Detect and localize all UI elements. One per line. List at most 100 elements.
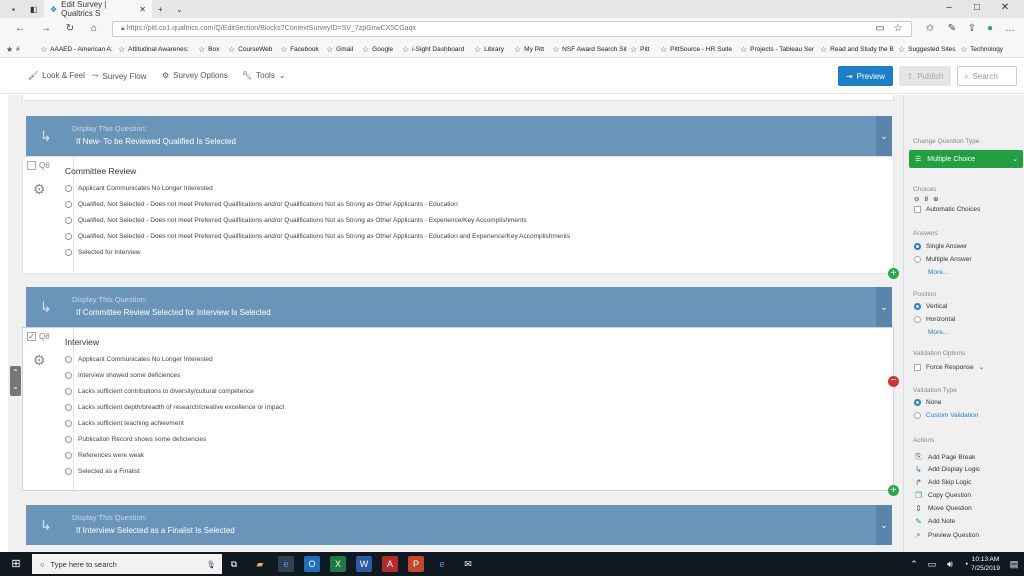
gear-icon[interactable]: ⚙ (33, 181, 46, 198)
radio-icon[interactable] (65, 201, 72, 208)
survey-flow-button[interactable]: ⤳ Survey Flow (92, 71, 146, 81)
gear-icon[interactable]: ⚙ (33, 352, 46, 369)
automatic-choices-option[interactable]: Automatic Choices (914, 206, 980, 213)
radio-icon[interactable] (65, 436, 72, 443)
validation-none-option[interactable]: None (914, 399, 942, 406)
favorite-link[interactable]: ☆ Gmail (326, 45, 353, 54)
force-response-option[interactable]: Force Response ⌄ (914, 363, 984, 371)
add-page-break-action[interactable]: ⎘ Add Page Break (914, 452, 975, 462)
excel-icon[interactable]: X (330, 556, 346, 572)
question-block-selected[interactable]: ✓ Q8 ⚙ Interview Applicant Communicates N… (22, 327, 894, 491)
favorite-link[interactable]: ☆ My Pitt (514, 45, 544, 54)
radio-icon[interactable] (914, 256, 921, 263)
favorite-link[interactable]: ☆ CourseWeb (228, 45, 272, 54)
look-feel-button[interactable]: 🖌︎ Look & Feel (28, 71, 85, 80)
more-icon[interactable]: … (1002, 21, 1018, 37)
favorite-link[interactable]: ☆ Attitudinal Awarenes: (118, 45, 189, 54)
back-icon[interactable]: ← (12, 21, 28, 37)
notifications-icon[interactable]: ▤ (1006, 556, 1022, 572)
delete-question-icon[interactable]: − (888, 376, 899, 387)
question-title[interactable]: Committee Review (65, 166, 136, 176)
checkbox[interactable] (914, 363, 921, 371)
forward-icon[interactable]: → (38, 21, 54, 37)
question-number[interactable]: Q6 (27, 161, 50, 170)
radio-icon[interactable] (65, 404, 72, 411)
radio-icon[interactable] (914, 316, 921, 323)
horizontal-option[interactable]: Horizontal (914, 316, 955, 323)
tab-list-chevron-icon[interactable]: ⌄ (170, 0, 188, 18)
answers-more-link[interactable]: More... (928, 269, 948, 276)
word-icon[interactable]: W (356, 556, 372, 572)
choice-option[interactable]: Applicant Communicates No Longer Interes… (65, 185, 213, 192)
favorite-link[interactable]: ☆ AAAED - American A: (40, 45, 113, 54)
refresh-icon[interactable]: ↻ (62, 21, 78, 37)
question-type-select[interactable]: ☰ Multiple Choice ⌄ (909, 150, 1023, 168)
minus-icon[interactable]: ⊖ (914, 195, 919, 203)
favorite-link[interactable]: ☆ PittSource - HR Suite (660, 45, 732, 54)
question-checkbox[interactable] (27, 161, 36, 170)
add-question-icon[interactable]: + (888, 268, 899, 279)
close-tab-icon[interactable]: ✕ (139, 5, 146, 14)
acrobat-icon[interactable]: A (382, 556, 398, 572)
chevron-down-icon[interactable]: ⌄ (876, 116, 892, 156)
favorite-link[interactable]: ☆ Google (362, 45, 393, 54)
radio-icon[interactable] (65, 452, 72, 459)
chevron-down-icon[interactable]: ⌄ (876, 505, 892, 545)
favorites-bar-toggle-icon[interactable]: ★ # (6, 45, 20, 54)
preview-question-action[interactable]: ⌕ Preview Question (914, 530, 979, 540)
choice-option[interactable]: Qualified, Not Selected - Does not meet … (65, 201, 458, 208)
preview-button[interactable]: ⇥ Preview (838, 66, 893, 86)
question-title[interactable]: Interview (65, 337, 99, 347)
task-view-icon[interactable]: ⧉ (226, 556, 242, 572)
notes-icon[interactable]: ✎ (944, 21, 960, 37)
mail-icon[interactable]: ✉ (460, 556, 476, 572)
single-answer-option[interactable]: Single Answer (914, 243, 967, 250)
choice-option[interactable]: Qualified, Not Selected - Does not meet … (65, 233, 570, 240)
choice-option[interactable]: Qualified, Not Selected - Does not meet … (65, 217, 527, 224)
home-icon[interactable]: ⌂ (86, 21, 102, 37)
favorite-link[interactable]: ☆ Read and Study the B (820, 45, 894, 54)
profile-icon[interactable]: ● (982, 21, 998, 37)
url-field[interactable]: 🔒︎ https://pitt.co1.qualtrics.com/Q/Edit… (112, 21, 912, 37)
survey-options-button[interactable]: ⚙ Survey Options (162, 71, 228, 80)
add-skip-logic-action[interactable]: ↱ Add Skip Logic (914, 478, 971, 487)
display-logic-bar[interactable]: ↳ Display This Question: If Interview Se… (26, 505, 892, 545)
tab-back-icon[interactable]: ◧ (24, 0, 42, 18)
internet-explorer-icon[interactable]: e (434, 556, 450, 572)
display-logic-bar[interactable]: ↳ Display This Question: If New- To be R… (26, 116, 892, 156)
browser-tab-active[interactable]: ❖ Edit Survey | Qualtrics S ✕ (44, 0, 152, 18)
taskbar-search-input[interactable]: ○ Type here to search 🎙︎ (32, 554, 222, 574)
radio-icon[interactable] (65, 372, 72, 379)
network-icon[interactable]: ▭ (924, 556, 940, 572)
add-note-action[interactable]: ✎ Add Note (914, 517, 955, 526)
favorite-link[interactable]: ☆ i-Sight Dashboard (402, 45, 464, 54)
copy-question-action[interactable]: ❐ Copy Question (914, 491, 971, 500)
choice-option[interactable]: Applicant Communicates No Longer Interes… (65, 356, 213, 363)
favorite-link[interactable]: ☆ Suggested Sites (898, 45, 956, 54)
checkbox[interactable] (914, 206, 921, 213)
favorite-link[interactable]: ☆ NSF Award Search Sit (552, 45, 627, 54)
share-icon[interactable]: ⇪ (964, 21, 980, 37)
favorites-icon[interactable]: ✩ (922, 21, 938, 37)
file-explorer-icon[interactable]: ▰ (252, 556, 268, 572)
tab-actions-icon[interactable]: ▪ (6, 0, 24, 18)
radio-selected-icon[interactable] (914, 303, 921, 310)
minimize-icon[interactable]: – (938, 2, 960, 16)
publish-button[interactable]: ⇧ Publish (899, 66, 951, 86)
choices-stepper[interactable]: ⊖ 8 ⊕ (914, 195, 939, 204)
vertical-option[interactable]: Vertical (914, 303, 947, 310)
search-input[interactable]: ⌕ Search (957, 66, 1017, 86)
reorder-handle[interactable]: ⌃ ⌄ (10, 366, 21, 396)
microphone-icon[interactable]: 🎙︎ (206, 560, 216, 569)
choice-option[interactable]: Selected as a Finalist (65, 468, 140, 475)
favorite-link[interactable]: ☆ Facebook (280, 45, 319, 54)
question-block[interactable]: Q6 ⚙ Committee Review Applicant Communic… (22, 156, 894, 274)
display-logic-bar[interactable]: ↳ Display This Question: If Committee Re… (26, 287, 892, 327)
add-question-icon[interactable]: + (888, 485, 899, 496)
radio-icon[interactable] (65, 185, 72, 192)
radio-icon[interactable] (65, 468, 72, 475)
edge-icon[interactable]: e (278, 556, 294, 572)
clock[interactable]: 10:13 AM 7/25/2019 (971, 555, 1000, 573)
move-question-action[interactable]: ⇕ Move Question (914, 504, 972, 513)
question-number[interactable]: ✓ Q8 (27, 332, 50, 341)
